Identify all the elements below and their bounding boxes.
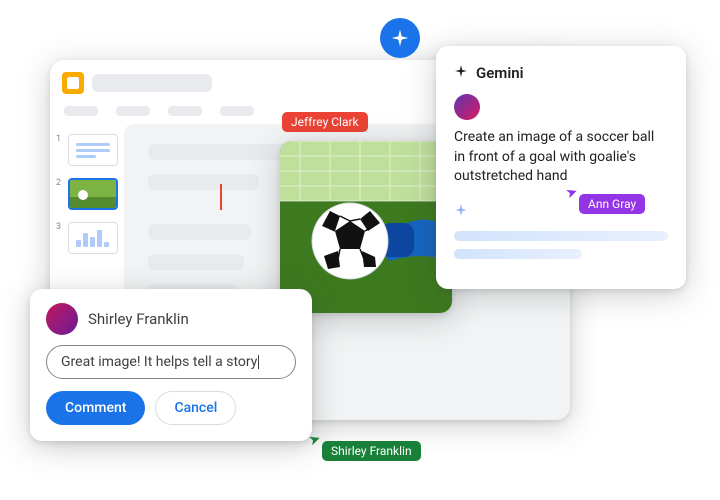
menu-item[interactable]: [168, 106, 202, 116]
comment-input-text: Great image! It helps tell a story: [61, 354, 257, 370]
collaborator-tag-jeffrey: Jeffrey Clark: [282, 112, 368, 132]
comment-input[interactable]: Great image! It helps tell a story: [46, 345, 296, 379]
comment-box: Shirley Franklin Great image! It helps t…: [30, 289, 312, 441]
thumb-3[interactable]: [68, 222, 118, 254]
thumb-row[interactable]: 3: [56, 222, 118, 254]
collaborator-cursor: [220, 184, 222, 210]
slides-app-icon[interactable]: [62, 72, 84, 94]
menu-item[interactable]: [220, 106, 254, 116]
sparkle-icon: [454, 64, 468, 82]
comment-submit-button[interactable]: Comment: [46, 391, 145, 425]
thumb-1[interactable]: [68, 134, 118, 166]
thumb-number: 2: [56, 178, 64, 188]
text-placeholder: [148, 174, 259, 190]
gemini-badge-icon: [380, 18, 420, 58]
thumb-number: 3: [56, 222, 64, 232]
comment-cancel-button[interactable]: Cancel: [155, 391, 236, 425]
gemini-generating-placeholder: [454, 231, 668, 259]
menu-item[interactable]: [64, 106, 98, 116]
thumb-row[interactable]: 1: [56, 134, 118, 166]
collaborator-tag-shirley: Shirley Franklin: [322, 441, 421, 461]
gemini-panel: Gemini Create an image of a soccer ball …: [436, 46, 686, 289]
doc-title-placeholder[interactable]: [92, 74, 212, 92]
comment-actions: Comment Cancel: [46, 391, 296, 425]
commenter-name: Shirley Franklin: [88, 310, 189, 328]
text-placeholder: [148, 254, 244, 270]
thumb-2-active[interactable]: [68, 178, 118, 210]
commenter-row: Shirley Franklin: [46, 303, 296, 335]
cursor-icon: ➤: [307, 430, 323, 449]
thumb-row[interactable]: 2: [56, 178, 118, 210]
collaborator-tag-ann: Ann Gray: [579, 194, 645, 214]
thumb-number: 1: [56, 134, 64, 144]
text-placeholder: [148, 224, 251, 240]
gemini-prompt-text: Create an image of a soccer ball in fron…: [454, 128, 668, 187]
gemini-header: Gemini: [454, 64, 668, 82]
gemini-title: Gemini: [476, 64, 524, 82]
generated-image-soccer[interactable]: [280, 141, 452, 313]
gemini-user-avatar: [454, 94, 480, 120]
menu-item[interactable]: [116, 106, 150, 116]
commenter-avatar: [46, 303, 78, 335]
